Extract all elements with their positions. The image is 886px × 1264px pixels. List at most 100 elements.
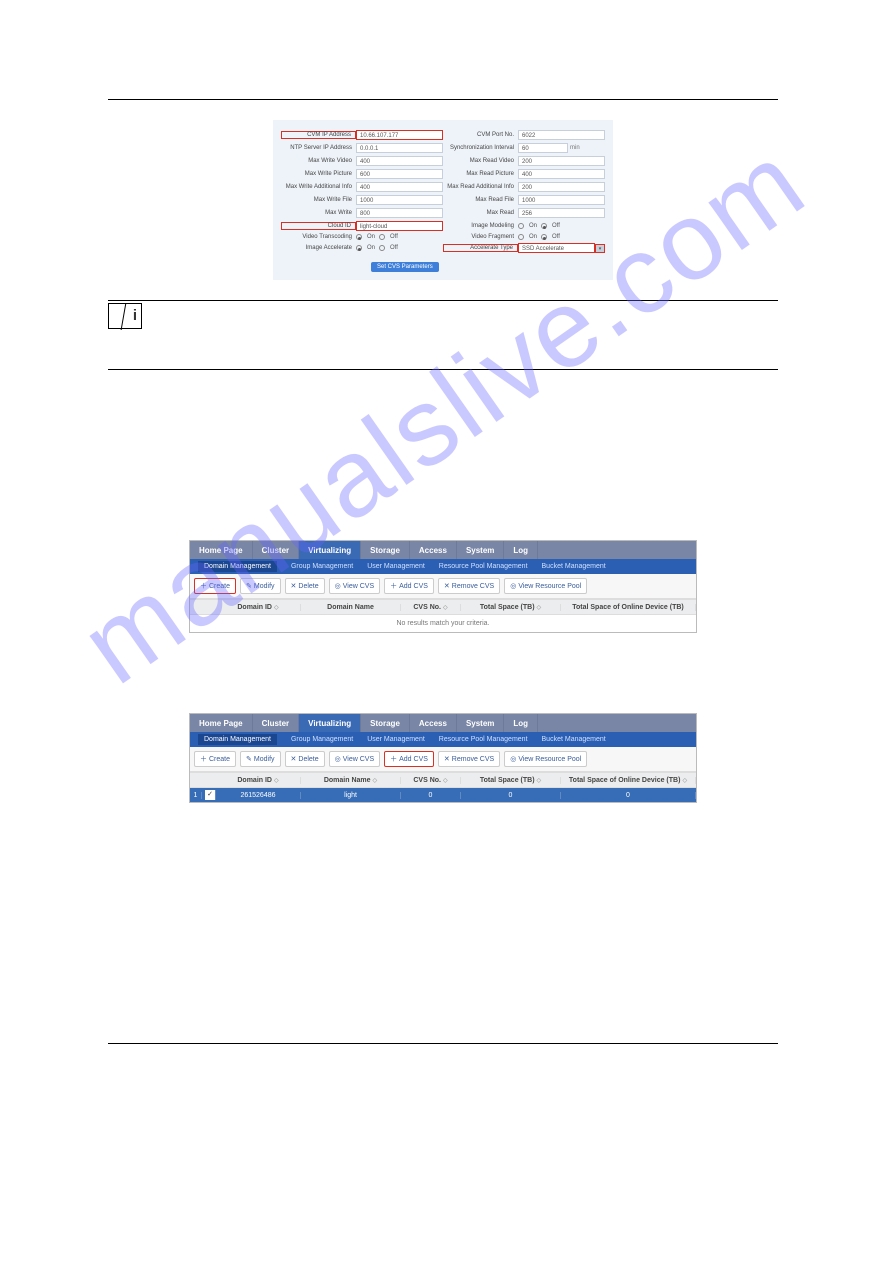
cvm-port-label: CVM Port No. (443, 132, 518, 138)
col-cvs-no[interactable]: CVS No.◇ (401, 777, 461, 784)
view-rpool-button[interactable]: ◎View Resource Pool (504, 578, 587, 594)
subnav-domain[interactable]: Domain Management (198, 561, 277, 572)
tab-access[interactable]: Access (410, 541, 457, 559)
tab-cluster[interactable]: Cluster (253, 541, 300, 559)
max-read-picture-input[interactable]: 400 (518, 169, 605, 179)
max-write-input[interactable]: 800 (356, 208, 443, 218)
transcoding-radio[interactable]: On Off (356, 234, 443, 240)
note-icon: i (108, 303, 142, 329)
subnav-bucket[interactable]: Bucket Management (542, 736, 606, 743)
domain-panel-with-row: Home Page Cluster Virtualizing Storage A… (189, 713, 697, 803)
subnav-domain[interactable]: Domain Management (198, 734, 277, 745)
max-read-input[interactable]: 256 (518, 208, 605, 218)
table-row[interactable]: 1 ✓ 261526486 light 0 0 0 (190, 788, 696, 802)
pencil-icon: ✎ (246, 582, 252, 590)
max-read-video-input[interactable]: 200 (518, 156, 605, 166)
accel-on-radio[interactable] (356, 245, 362, 251)
subnav-user[interactable]: User Management (367, 736, 425, 743)
cvs-parameters-form: CVM IP Address 10.66.107.177 CVM Port No… (273, 120, 613, 280)
subnav-group[interactable]: Group Management (291, 736, 353, 743)
row-domain-id: 261526486 (216, 792, 301, 799)
tab-access[interactable]: Access (410, 714, 457, 732)
image-accelerate-radio[interactable]: On Off (356, 245, 443, 251)
remove-cvs-button[interactable]: ✕Remove CVS (438, 751, 500, 767)
image-modeling-radio[interactable]: On Off (518, 223, 605, 229)
max-write-add-label: Max Write Additional Info (281, 184, 356, 190)
create-button[interactable]: ＋Create (194, 578, 236, 594)
add-cvs-button[interactable]: ＋Add CVS (384, 751, 434, 767)
view-cvs-button[interactable]: ◎View CVS (329, 578, 381, 594)
eye-icon: ◎ (510, 582, 516, 590)
col-domain-name[interactable]: Domain Name◇ (301, 777, 401, 784)
max-write-add-input[interactable]: 400 (356, 182, 443, 192)
subnav-group[interactable]: Group Management (291, 563, 353, 570)
fragment-on-radio[interactable] (518, 234, 524, 240)
tab-log[interactable]: Log (504, 541, 538, 559)
tab-storage[interactable]: Storage (361, 541, 410, 559)
eye-icon: ◎ (510, 755, 516, 763)
accel-off-radio[interactable] (379, 245, 385, 251)
remove-cvs-button[interactable]: ✕Remove CVS (438, 578, 500, 594)
max-read-picture-label: Max Read Picture (443, 171, 518, 177)
subnav-user[interactable]: User Management (367, 563, 425, 570)
tab-home[interactable]: Home Page (190, 541, 253, 559)
max-write-file-input[interactable]: 1000 (356, 195, 443, 205)
plus-icon: ＋ (390, 754, 397, 764)
max-write-picture-input[interactable]: 600 (356, 169, 443, 179)
max-write-picture-label: Max Write Picture (281, 171, 356, 177)
cvm-ip-input[interactable]: 10.66.107.177 (356, 130, 443, 140)
modify-button[interactable]: ✎Modify (240, 578, 281, 594)
max-write-video-input[interactable]: 400 (356, 156, 443, 166)
cloud-id-label: Cloud ID (281, 222, 356, 230)
col-total-online[interactable]: Total Space of Online Device (TB) (561, 604, 696, 611)
ntp-input[interactable]: 0.0.0.1 (356, 143, 443, 153)
add-cvs-button[interactable]: ＋Add CVS (384, 578, 434, 594)
col-total-space[interactable]: Total Space (TB)◇ (461, 604, 561, 611)
subnav-rpool[interactable]: Resource Pool Management (439, 563, 528, 570)
sync-input[interactable]: 60 (518, 143, 568, 153)
col-total-online[interactable]: Total Space of Online Device (TB)◇ (561, 777, 696, 784)
tab-system[interactable]: System (457, 541, 504, 559)
tab-cluster[interactable]: Cluster (253, 714, 300, 732)
max-read-add-input[interactable]: 200 (518, 182, 605, 192)
max-read-file-input[interactable]: 1000 (518, 195, 605, 205)
subnav-bucket[interactable]: Bucket Management (542, 563, 606, 570)
sort-icon: ◇ (682, 777, 687, 784)
view-rpool-button[interactable]: ◎View Resource Pool (504, 751, 587, 767)
col-total-space[interactable]: Total Space (TB)◇ (461, 777, 561, 784)
subnav-rpool[interactable]: Resource Pool Management (439, 736, 528, 743)
modify-button[interactable]: ✎Modify (240, 751, 281, 767)
delete-button[interactable]: ✕Delete (285, 578, 325, 594)
view-cvs-button[interactable]: ◎View CVS (329, 751, 381, 767)
col-cvs-no[interactable]: CVS No.◇ (401, 604, 461, 611)
video-fragment-radio[interactable]: On Off (518, 234, 605, 240)
tab-home[interactable]: Home Page (190, 714, 253, 732)
sort-icon: ◇ (443, 777, 448, 784)
col-domain-name[interactable]: Domain Name (301, 604, 401, 611)
row-cvs-no: 0 (401, 792, 461, 799)
chevron-down-icon[interactable]: ▾ (595, 244, 605, 253)
modeling-on-radio[interactable] (518, 223, 524, 229)
accel-type-select[interactable]: SSD Accelerate (518, 243, 595, 253)
eye-icon: ◎ (335, 755, 341, 763)
x-icon: ✕ (291, 755, 297, 763)
toolbar: ＋Create ✎Modify ✕Delete ◎View CVS ＋Add C… (190, 747, 696, 772)
fragment-off-radio[interactable] (541, 234, 547, 240)
tab-virtualizing[interactable]: Virtualizing (299, 541, 361, 559)
transcoding-off-radio[interactable] (379, 234, 385, 240)
tab-log[interactable]: Log (504, 714, 538, 732)
col-domain-id[interactable]: Domain ID◇ (216, 604, 301, 611)
create-button[interactable]: ＋Create (194, 751, 236, 767)
tab-storage[interactable]: Storage (361, 714, 410, 732)
set-cvs-params-button[interactable]: Set CVS Parameters (371, 262, 439, 272)
cloud-id-input[interactable]: light-cloud (356, 221, 443, 231)
row-total-space: 0 (461, 792, 561, 799)
tab-virtualizing[interactable]: Virtualizing (299, 714, 361, 732)
cvm-port-input[interactable]: 6022 (518, 130, 605, 140)
modeling-off-radio[interactable] (541, 223, 547, 229)
col-domain-id[interactable]: Domain ID◇ (216, 777, 301, 784)
transcoding-on-radio[interactable] (356, 234, 362, 240)
tab-system[interactable]: System (457, 714, 504, 732)
row-checkbox[interactable]: ✓ (202, 790, 216, 800)
delete-button[interactable]: ✕Delete (285, 751, 325, 767)
